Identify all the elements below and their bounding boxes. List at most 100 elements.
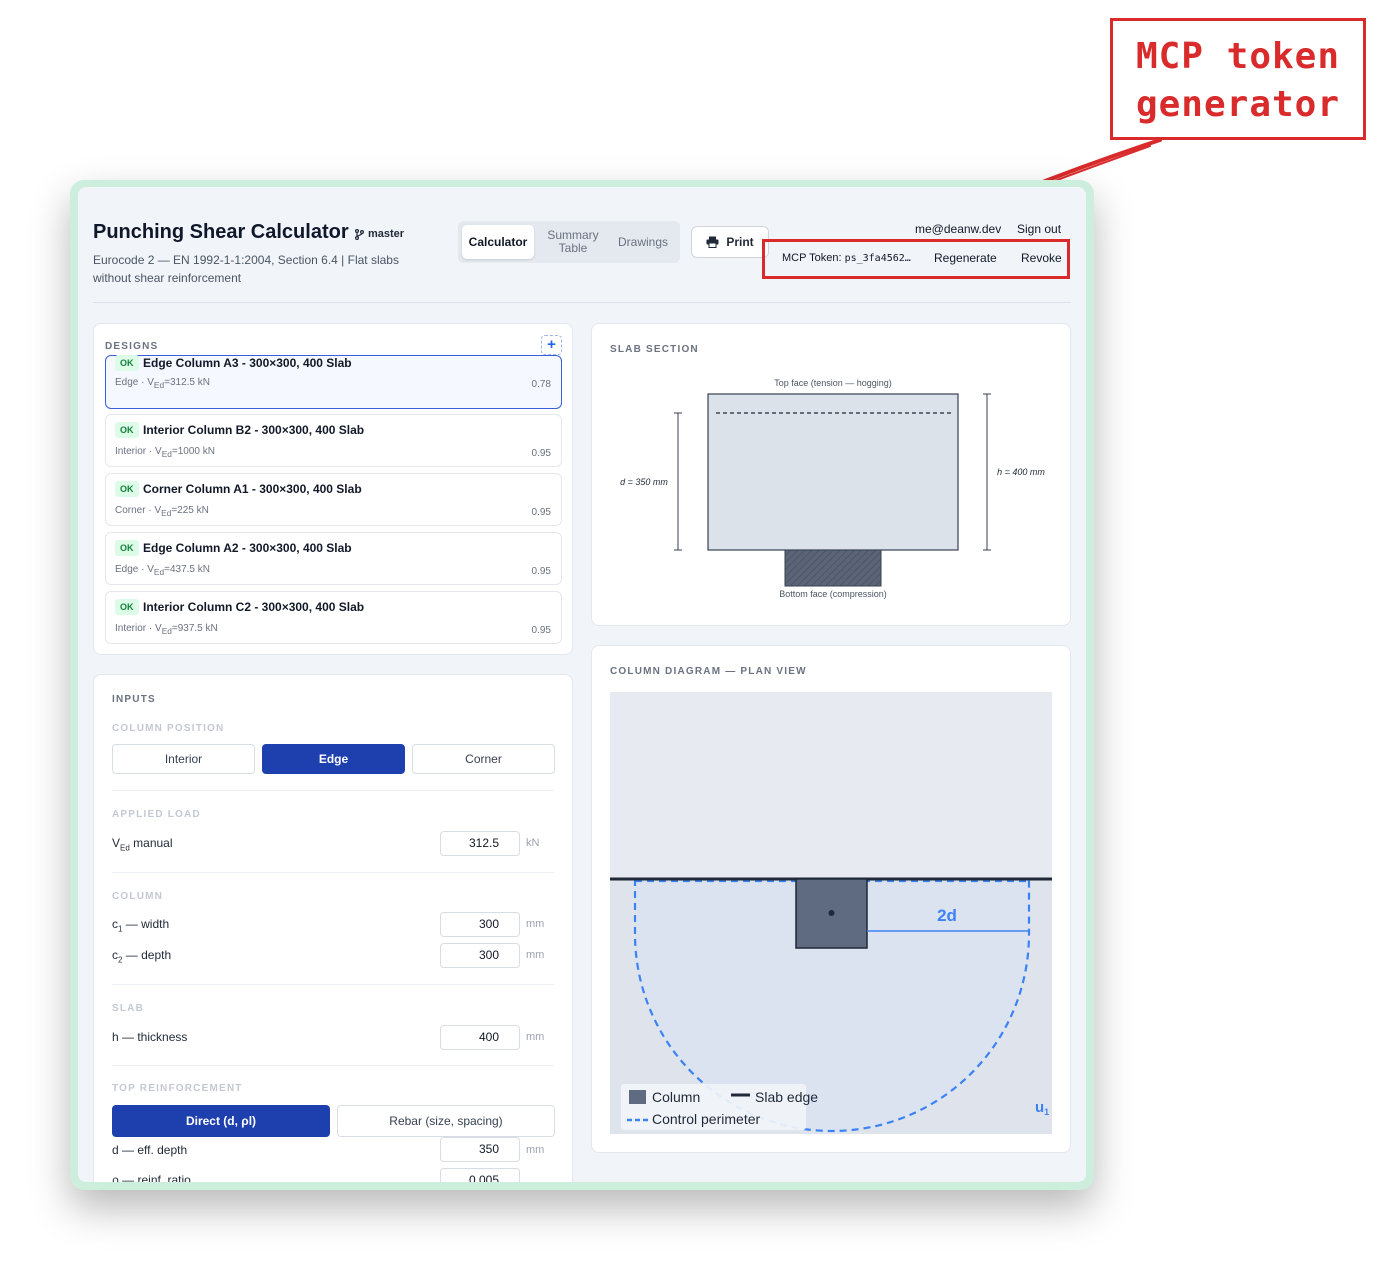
reinforcement-direct-button[interactable]: Direct (d, ρl): [112, 1105, 330, 1137]
add-design-button[interactable]: +: [541, 335, 562, 355]
design-name: Edge Column A3 - 300×300, 400 Slab: [143, 356, 352, 370]
slab-section-diagram: Top face (tension — hogging) Bottom face…: [620, 378, 1045, 599]
token-label-group: MCP Token: ps_3fa4562…: [782, 252, 911, 264]
utilisation-ratio: 0.78: [531, 379, 551, 390]
revoke-token-button[interactable]: Revoke: [1021, 251, 1062, 265]
design-meta: Interior · VEd=937.5 kN: [115, 623, 218, 636]
d-field-label: d — eff. depth: [112, 1143, 188, 1157]
divider: [112, 872, 554, 873]
h-unit: mm: [526, 1031, 545, 1043]
ved-symbol: V: [155, 623, 162, 634]
c2-input[interactable]: 300: [440, 943, 520, 968]
header-divider: [93, 302, 1071, 303]
ved-value: =312.5 kN: [164, 377, 210, 388]
h-dimension-label: h = 400 mm: [997, 467, 1045, 477]
slab-group-label: SLAB: [112, 1003, 145, 1014]
legend-column-swatch: [629, 1090, 646, 1104]
h-input[interactable]: 400: [440, 1025, 520, 1050]
designs-panel: DESIGNS + OK Edge Column A3 - 300×300, 4…: [93, 323, 573, 655]
token-label: MCP Token:: [782, 252, 842, 264]
token-value[interactable]: ps_3fa4562…: [845, 253, 911, 264]
utilisation-ratio: 0.95: [531, 625, 551, 636]
user-email: me@deanw.dev: [915, 222, 1002, 236]
ved-symbol: V: [147, 377, 154, 388]
c1-input[interactable]: 300: [440, 912, 520, 937]
ved-value: =1000 kN: [171, 446, 215, 457]
design-name: Edge Column A2 - 300×300, 400 Slab: [143, 541, 352, 555]
design-meta: Edge · VEd=312.5 kN: [115, 377, 210, 390]
position-edge-button[interactable]: Edge: [262, 744, 405, 774]
d-dimension-label: d = 350 mm: [620, 477, 668, 487]
annotation-text: MCP token generator: [1113, 33, 1363, 129]
ved-subscript: Ed: [153, 567, 165, 577]
c1-field-label: c1 — width: [112, 917, 169, 933]
view-tabs: Calculator Summary Table Drawings: [458, 221, 680, 263]
sign-out-link[interactable]: Sign out: [1017, 222, 1061, 236]
d-input[interactable]: 350: [440, 1137, 520, 1162]
column-centre: [828, 910, 835, 916]
design-item[interactable]: OK Interior Column C2 - 300×300, 400 Sla…: [105, 591, 562, 644]
position-interior-button[interactable]: Interior: [112, 744, 255, 774]
tab-summary-table[interactable]: Summary Table: [538, 225, 608, 259]
rho-input[interactable]: 0.005: [440, 1168, 520, 1182]
status-badge: OK: [115, 422, 139, 438]
annotation-line-1: MCP token: [1135, 36, 1341, 77]
legend-slab-edge-label: Slab edge: [755, 1089, 818, 1105]
design-item[interactable]: OK Edge Column A2 - 300×300, 400 Slab Ed…: [105, 532, 562, 585]
design-meta: Corner · VEd=225 kN: [115, 505, 209, 518]
utilisation-ratio: 0.95: [531, 507, 551, 518]
rho-field-label: ρ — reinf. ratio: [112, 1173, 191, 1182]
slab-section-panel: SLAB SECTION Top face (tension — hogging…: [591, 323, 1071, 626]
ved-value: =437.5 kN: [164, 564, 210, 575]
reinforcement-rebar-button[interactable]: Rebar (size, spacing): [337, 1105, 555, 1137]
h-field-label: h — thickness: [112, 1030, 188, 1044]
regenerate-token-button[interactable]: Regenerate: [934, 251, 997, 265]
ved-symbol: V: [155, 446, 162, 457]
page-subtitle: Eurocode 2 — EN 1992-1-1:2004, Section 6…: [93, 253, 399, 285]
status-badge: OK: [115, 481, 139, 497]
ved-field-label: VEd manual: [112, 836, 173, 852]
design-item[interactable]: OK Corner Column A1 - 300×300, 400 Slab …: [105, 473, 562, 526]
2d-dimension-label: 2d: [937, 906, 957, 925]
tab-calculator[interactable]: Calculator: [462, 225, 534, 259]
design-name: Corner Column A1 - 300×300, 400 Slab: [143, 482, 362, 496]
page-title: Punching Shear Calculator: [93, 221, 349, 243]
c2-suffix: — depth: [122, 948, 172, 962]
status-badge: OK: [115, 355, 139, 371]
design-position: Interior: [115, 446, 147, 457]
design-item[interactable]: OK Interior Column B2 - 300×300, 400 Sla…: [105, 414, 562, 467]
divider: [112, 984, 554, 985]
c2-field-label: c2 — depth: [112, 948, 171, 964]
design-name: Interior Column B2 - 300×300, 400 Slab: [143, 423, 365, 437]
ved-subscript: Ed: [153, 380, 165, 390]
design-position: Interior: [115, 623, 147, 634]
ved-symbol: V: [147, 564, 154, 575]
branch-indicator: master: [354, 228, 404, 240]
tab-drawings[interactable]: Drawings: [610, 225, 676, 259]
top-face-label: Top face (tension — hogging): [774, 378, 892, 388]
design-position: Edge: [115, 564, 139, 575]
ved-input[interactable]: 312.5: [440, 831, 520, 856]
c2-unit: mm: [526, 949, 545, 961]
design-name: Interior Column C2 - 300×300, 400 Slab: [143, 600, 365, 614]
ved-field-symbol: V: [112, 836, 121, 850]
printer-icon: [706, 236, 719, 248]
branch-name: master: [368, 228, 405, 240]
app-window: Punching Shear Calculator master Eurocod…: [78, 187, 1086, 1182]
ved-subscript: Ed: [161, 508, 172, 518]
ved-unit: kN: [526, 837, 540, 849]
column-group-label: COLUMN: [112, 891, 164, 902]
print-button[interactable]: Print: [691, 226, 769, 258]
column-stub: [784, 549, 882, 587]
design-position: Corner: [115, 505, 146, 516]
slab-rect: [707, 393, 959, 551]
position-corner-button[interactable]: Corner: [412, 744, 555, 774]
print-label: Print: [726, 235, 754, 249]
status-badge: OK: [115, 540, 139, 556]
inputs-panel: INPUTS COLUMN POSITION Interior Edge Cor…: [93, 674, 573, 1182]
legend-column-label: Column: [652, 1089, 700, 1105]
design-item[interactable]: OK Edge Column A3 - 300×300, 400 Slab Ed…: [105, 355, 562, 409]
d-unit: mm: [526, 1144, 545, 1156]
annotation-line-2: generator: [1135, 84, 1341, 125]
design-position: Edge: [115, 377, 139, 388]
